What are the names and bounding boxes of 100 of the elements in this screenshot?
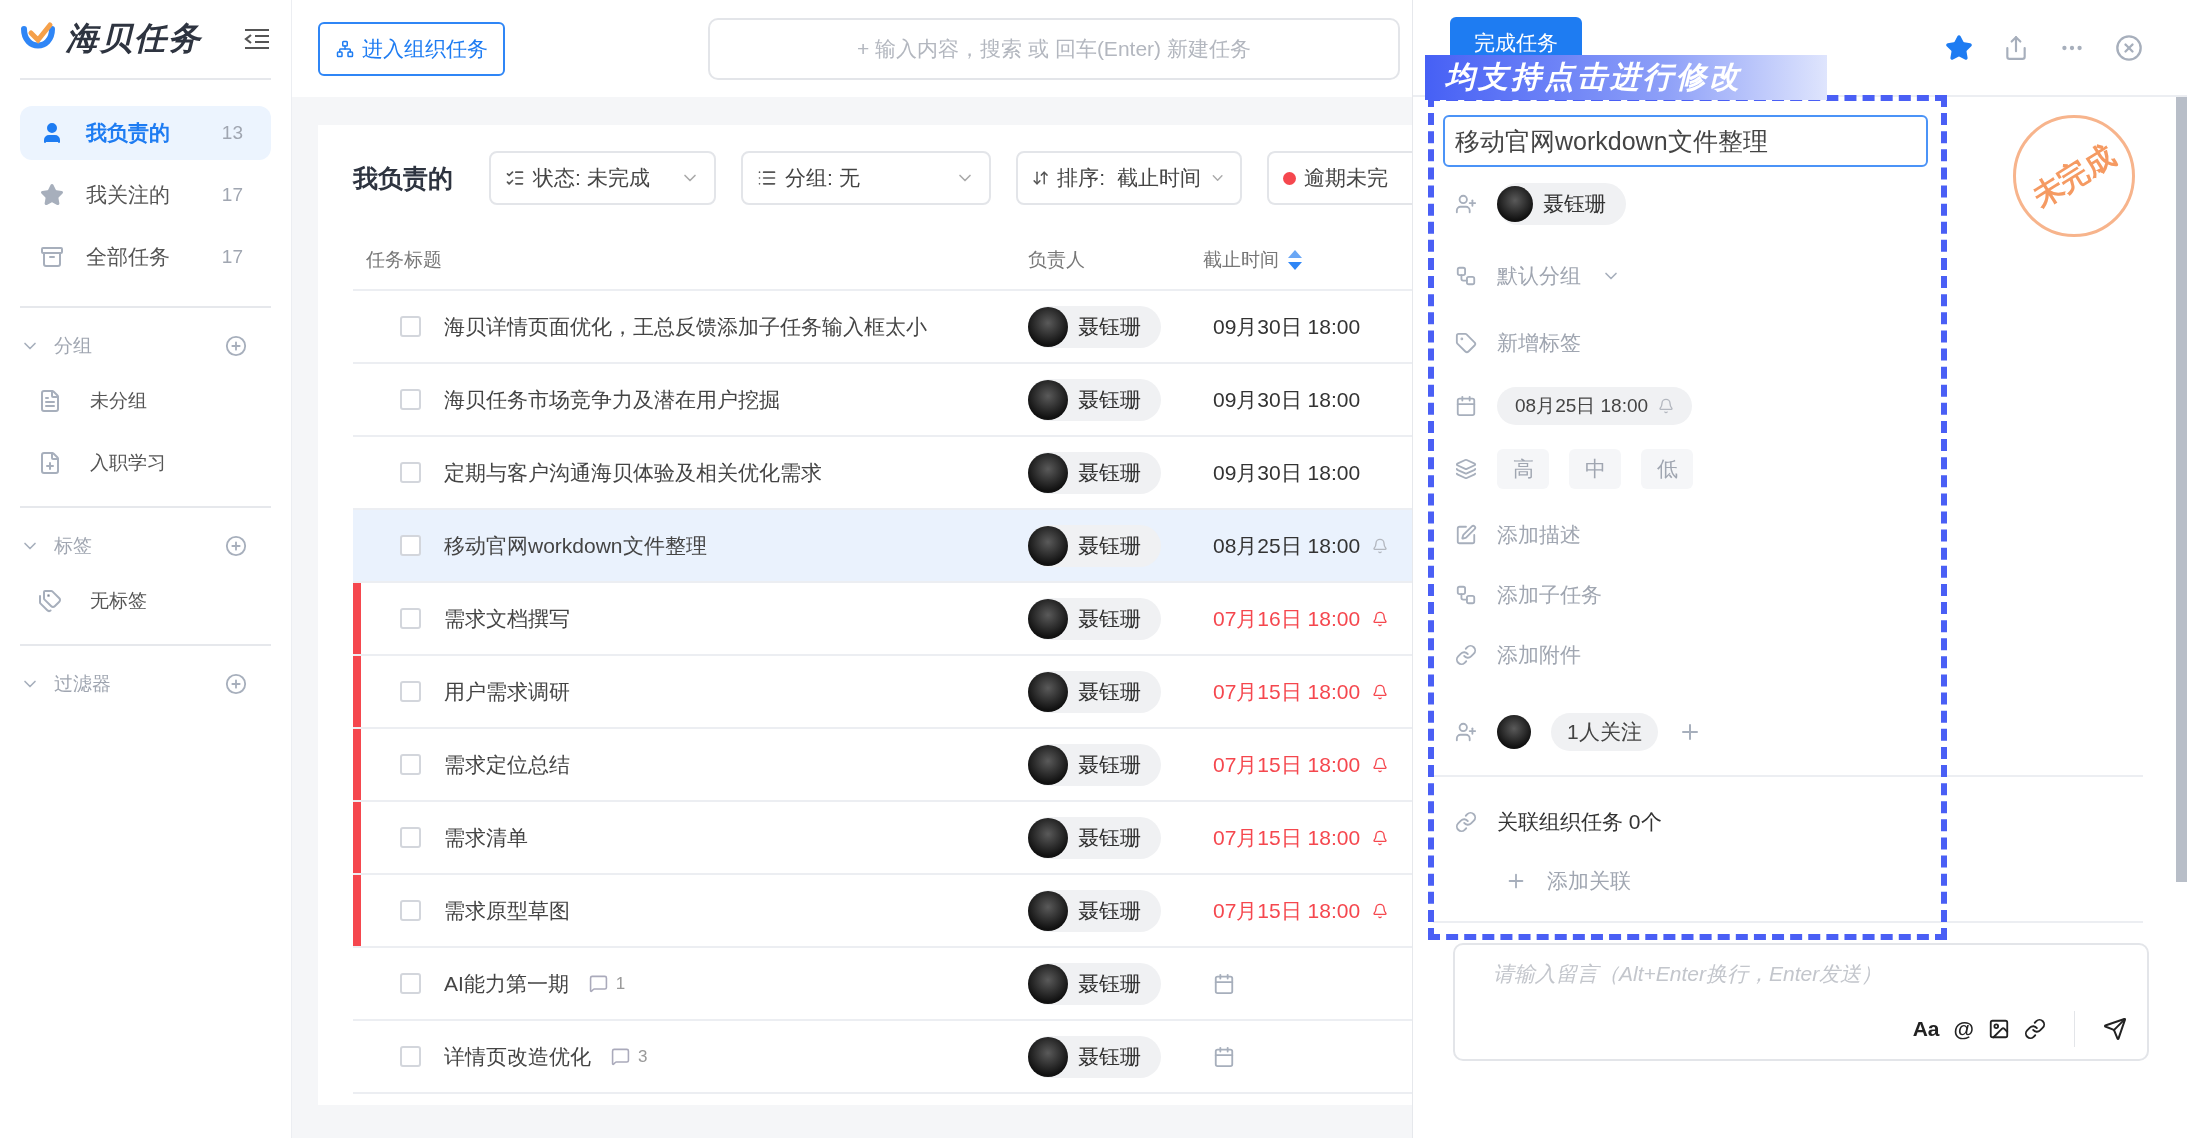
format-tool[interactable]: Aa — [1912, 1017, 1940, 1041]
related-tasks-label: 关联组织任务 0个 — [1497, 809, 1662, 835]
due-date: 09月30日 18:00 — [1213, 386, 1361, 413]
checkbox[interactable] — [400, 900, 421, 921]
collapse-menu-icon[interactable] — [243, 27, 271, 51]
avatar — [1028, 306, 1068, 347]
title-input[interactable]: 移动官网workdown文件整理 — [1443, 115, 1928, 167]
task-title: 需求原型草图 — [444, 897, 570, 924]
document-add-icon — [38, 451, 62, 475]
assignee-chip[interactable]: 聂钰珊 — [1028, 451, 1161, 494]
assignee-chip[interactable]: 聂钰珊 — [1028, 305, 1161, 348]
star-icon — [40, 183, 64, 207]
section-item[interactable]: 未分组 — [90, 388, 147, 414]
assignee-chip[interactable]: 聂钰珊 — [1028, 816, 1161, 859]
calendar-icon[interactable] — [1213, 1045, 1235, 1068]
checkbox[interactable] — [400, 316, 421, 337]
filter-dropdown[interactable]: 排序: 截止时间 — [1016, 151, 1242, 205]
task-title: 海贝详情页面优化，王总反馈添加子任务输入框太小 — [444, 313, 927, 340]
image-icon[interactable] — [1988, 1018, 2010, 1040]
edit-note-icon — [1455, 524, 1477, 546]
send-icon[interactable] — [2103, 1017, 2127, 1041]
assignee-chip[interactable]: 聂钰珊 — [1497, 183, 1626, 225]
checkbox[interactable] — [400, 754, 421, 775]
nav-label: 我关注的 — [86, 182, 171, 208]
column-header: 任务标题 — [366, 248, 442, 272]
checkbox[interactable] — [400, 389, 421, 410]
task-title: AI能力第一期 — [444, 970, 569, 997]
document-icon — [38, 389, 62, 413]
task-row[interactable]: 需求原型草图 聂钰珊 07月15日 18:00 — [353, 875, 1412, 948]
checkbox[interactable] — [400, 681, 421, 702]
task-row[interactable]: 用户需求调研 聂钰珊 07月15日 18:00 — [353, 656, 1412, 729]
star-icon[interactable] — [1945, 33, 1973, 62]
checkbox[interactable] — [400, 535, 421, 556]
avatar — [1028, 963, 1068, 1004]
task-title: 移动官网workdown文件整理 — [444, 532, 707, 559]
task-title: 海贝任务市场竞争力及潜在用户挖掘 — [444, 386, 780, 413]
filter-dropdown[interactable]: 状态: 未完成 — [489, 151, 716, 205]
scrollbar[interactable] — [2176, 97, 2187, 882]
close-icon[interactable] — [2115, 33, 2143, 62]
task-title: 需求定位总结 — [444, 751, 570, 778]
due-date: 09月30日 18:00 — [1213, 459, 1361, 486]
avatar — [1028, 525, 1068, 566]
section-item[interactable]: 无标签 — [90, 588, 147, 614]
task-row[interactable]: 需求定位总结 聂钰珊 07月15日 18:00 — [353, 729, 1412, 802]
search-field[interactable]: + 输入内容，搜索 或 回车(Enter) 新建任务 — [708, 17, 1400, 80]
section-item[interactable]: 入职学习 — [90, 450, 166, 476]
archive-icon — [40, 245, 64, 269]
followers-chip[interactable]: 1人关注 — [1551, 713, 1658, 751]
avatar — [1028, 817, 1068, 858]
filter-dropdown[interactable]: 逾期未完 — [1267, 151, 1412, 205]
comment-box[interactable]: 请输入留言（Alt+Enter换行，Enter发送） Aa @ — [1453, 943, 2149, 1061]
section-title: 过滤器 — [54, 672, 112, 696]
task-row[interactable]: 需求清单 聂钰珊 07月15日 18:00 — [353, 802, 1412, 875]
sort-arrows-icon[interactable] — [1287, 249, 1303, 271]
calendar-icon[interactable] — [1213, 972, 1235, 995]
add-icon[interactable] — [225, 535, 247, 557]
link-icon[interactable] — [2024, 1018, 2046, 1040]
add-icon[interactable] — [225, 673, 247, 695]
org-tasks-button[interactable]: 进入组织任务 — [318, 21, 505, 76]
section-title: 分组 — [54, 334, 93, 358]
link-icon — [1455, 644, 1477, 666]
avatar — [1028, 598, 1068, 639]
column-header: 负责人 — [1028, 248, 1085, 272]
nav-item[interactable]: 我负责的 13 — [20, 106, 271, 160]
nav-item[interactable]: 我关注的 17 — [20, 168, 271, 222]
group-icon — [1455, 265, 1477, 287]
assignee-chip[interactable]: 聂钰珊 — [1028, 889, 1161, 932]
assignee-chip[interactable]: 聂钰珊 — [1028, 670, 1161, 713]
share-icon[interactable] — [2003, 34, 2029, 61]
due-date: 07月15日 18:00 — [1213, 678, 1361, 705]
assignee-chip[interactable]: 聂钰珊 — [1028, 524, 1161, 567]
assignee-chip[interactable]: 聂钰珊 — [1028, 378, 1161, 421]
assignee-chip[interactable]: 聂钰珊 — [1028, 962, 1161, 1005]
task-row[interactable]: 移动官网workdown文件整理 聂钰珊 08月25日 18:00 — [353, 510, 1412, 583]
calendar-icon — [1455, 395, 1477, 417]
checkbox[interactable] — [400, 827, 421, 848]
due-date: 09月30日 18:00 — [1213, 313, 1361, 340]
task-title: 需求文档撰写 — [444, 605, 570, 632]
due-date-chip[interactable]: 08月25日 18:00 — [1497, 387, 1693, 425]
filter-dropdown[interactable]: 分组: 无 — [741, 151, 991, 205]
user-add-icon — [1455, 721, 1477, 743]
user-add-icon — [1455, 193, 1477, 215]
task-row[interactable]: 需求文档撰写 聂钰珊 07月16日 18:00 — [353, 583, 1412, 656]
checkbox[interactable] — [400, 973, 421, 994]
due-date: 08月25日 18:00 — [1213, 532, 1361, 559]
tag-icon — [1455, 332, 1477, 354]
subtask-icon — [1455, 584, 1477, 606]
checkbox[interactable] — [400, 462, 421, 483]
checkbox[interactable] — [400, 608, 421, 629]
nav-item[interactable]: 全部任务 17 — [20, 230, 271, 284]
comment-count: 3 — [638, 1046, 648, 1067]
assignee-chip[interactable]: 聂钰珊 — [1028, 1035, 1161, 1078]
format-tool[interactable]: @ — [1953, 1017, 1974, 1041]
list-title: 我负责的 — [353, 162, 453, 194]
comment-icon — [611, 1047, 630, 1066]
avatar — [1497, 186, 1533, 222]
assignee-chip[interactable]: 聂钰珊 — [1028, 743, 1161, 786]
add-icon[interactable] — [225, 335, 247, 357]
assignee-chip[interactable]: 聂钰珊 — [1028, 597, 1161, 640]
checkbox[interactable] — [400, 1046, 421, 1067]
